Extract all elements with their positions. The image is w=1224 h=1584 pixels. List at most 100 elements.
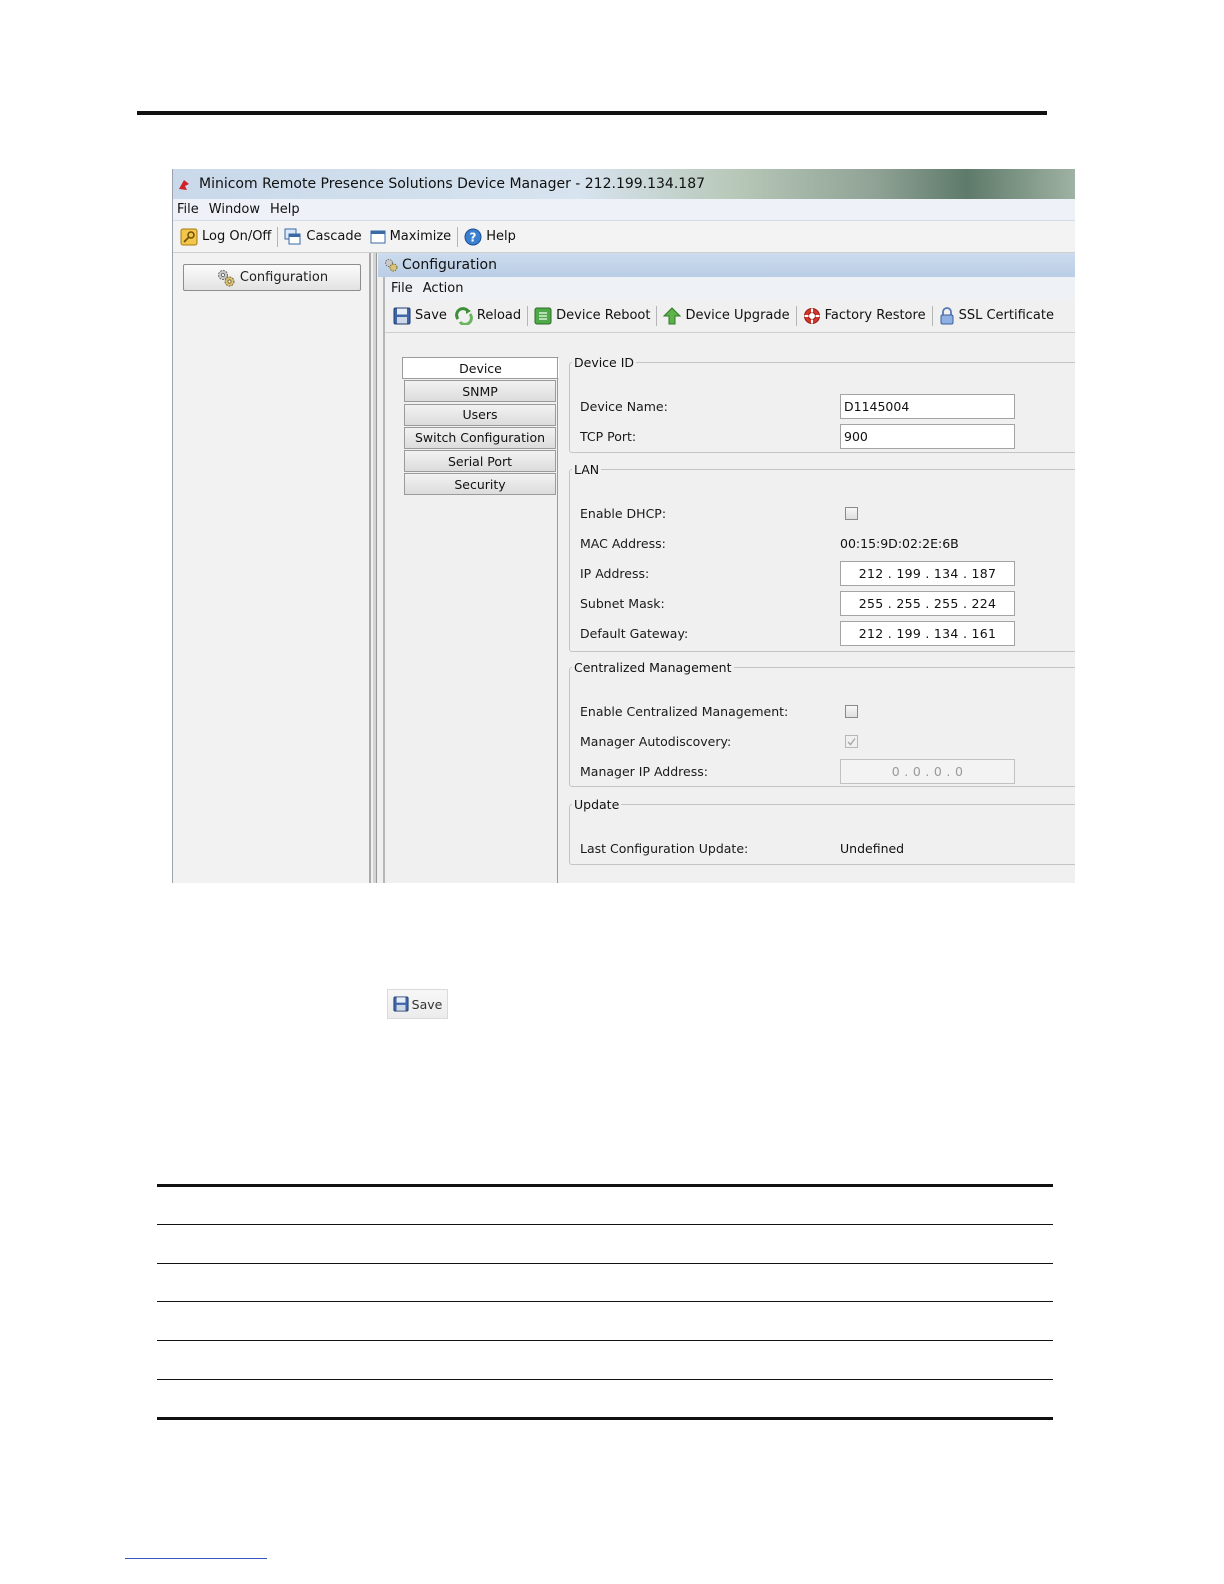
update-legend: Update — [574, 797, 620, 812]
device-reboot-label: Device Reboot — [556, 308, 651, 323]
reload-button[interactable]: Reload — [451, 304, 525, 328]
lan-group: LAN Enable DHCP: MAC Address: 00:15:9D:0… — [569, 462, 1075, 652]
device-manager-window: Minicom Remote Presence Solutions Device… — [172, 169, 1075, 883]
dhcp-row: Enable DHCP: — [580, 501, 858, 525]
tcp-port-label: TCP Port: — [580, 428, 637, 444]
configuration-panel: Configuration File Action Save Reload De… — [378, 253, 1075, 883]
tab-snmp[interactable]: SNMP — [404, 380, 556, 403]
table-row-rule — [157, 1379, 1053, 1380]
floppy-icon — [393, 307, 411, 324]
table-row-rule — [157, 1301, 1053, 1302]
tab-switch-configuration[interactable]: Switch Configuration — [404, 426, 556, 449]
toolbar-separator — [931, 305, 933, 326]
help-icon: ? — [464, 228, 482, 245]
cascade-icon — [284, 228, 301, 244]
toolbar-separator — [527, 305, 529, 326]
config-menu-file[interactable]: File — [387, 281, 419, 296]
device-upgrade-label: Device Upgrade — [685, 308, 790, 323]
menu-help[interactable]: Help — [266, 202, 306, 217]
default-gateway-input[interactable]: 212 . 199 . 134 . 161 — [840, 620, 1015, 646]
gateway-label: Default Gateway: — [580, 625, 689, 641]
tcp-port-input[interactable]: 900 — [840, 423, 1015, 449]
device-upgrade-button[interactable]: Device Upgrade — [659, 304, 793, 328]
maximize-icon — [370, 230, 386, 243]
main-area: Configuration Configuration File Action … — [173, 253, 1075, 883]
ip-row: IP Address: 212 . 199 . 134 . 187 — [580, 560, 1015, 586]
subnet-mask-input[interactable]: 255 . 255 . 255 . 224 — [840, 590, 1015, 616]
device-id-group: Device ID Device Name: D1145004 TCP Port… — [569, 355, 1075, 453]
dhcp-checkbox[interactable] — [845, 506, 858, 520]
save-label: Save — [415, 308, 447, 323]
cascade-label: Cascade — [306, 229, 362, 244]
dhcp-label: Enable DHCP: — [580, 505, 667, 521]
factory-restore-button[interactable]: Factory Restore — [799, 304, 930, 328]
tab-security[interactable]: Security — [404, 473, 556, 496]
autodiscovery-row: Manager Autodiscovery: — [580, 729, 858, 753]
help-button[interactable]: ? Help — [460, 225, 520, 249]
gears-icon — [385, 259, 398, 272]
table-row-rule — [157, 1224, 1053, 1225]
device-reboot-button[interactable]: Device Reboot — [530, 304, 654, 328]
checkmark-icon — [847, 737, 856, 746]
ssl-certificate-label: SSL Certificate — [958, 308, 1054, 323]
factory-restore-label: Factory Restore — [824, 308, 926, 323]
main-toolbar: Log On/Off Cascade Maximize ? Help — [173, 221, 1075, 253]
save-button[interactable]: Save — [389, 304, 451, 328]
device-name-label: Device Name: — [580, 398, 668, 414]
centralized-management-legend: Centralized Management — [574, 660, 732, 675]
navigation-panel: Configuration — [173, 253, 371, 883]
config-menu-action[interactable]: Action — [419, 281, 470, 296]
configuration-body: File Action Save Reload Device Reboot De… — [383, 277, 1075, 883]
cascade-button[interactable]: Cascade — [280, 225, 365, 249]
menu-file[interactable]: File — [173, 202, 205, 217]
centralized-management-group: Centralized Management Enable Centralize… — [569, 660, 1075, 787]
device-name-row: Device Name: D1145004 — [580, 393, 1015, 419]
top-rule — [137, 111, 1047, 115]
mac-value: 00:15:9D:02:2E:6B — [840, 535, 959, 551]
floppy-icon — [393, 996, 409, 1012]
toolbar-separator — [656, 305, 658, 326]
last-update-row: Last Configuration Update: Undefined — [580, 836, 904, 860]
mac-row: MAC Address: 00:15:9D:02:2E:6B — [580, 531, 959, 555]
tab-serial-port[interactable]: Serial Port — [404, 450, 556, 473]
subnet-label: Subnet Mask: — [580, 595, 665, 611]
tcp-port-row: TCP Port: 900 — [580, 423, 1015, 449]
config-tab-list: Device SNMP Users Switch Configuration S… — [402, 357, 559, 497]
autodiscovery-label: Manager Autodiscovery: — [580, 733, 732, 749]
logon-button[interactable]: Log On/Off — [176, 225, 275, 249]
app-icon — [177, 177, 191, 191]
config-toolbar: Save Reload Device Reboot Device Upgrade… — [385, 299, 1075, 333]
gears-icon — [217, 269, 235, 286]
tab-users[interactable]: Users — [404, 403, 556, 426]
help-label: Help — [486, 229, 516, 244]
menu-window[interactable]: Window — [205, 202, 266, 217]
ssl-certificate-button[interactable]: SSL Certificate — [935, 304, 1058, 328]
configuration-nav-label: Configuration — [239, 270, 329, 285]
reload-icon — [455, 306, 473, 325]
lan-legend: LAN — [574, 462, 600, 477]
configuration-nav-button[interactable]: Configuration — [183, 264, 361, 291]
toolbar-separator — [457, 226, 459, 247]
autodiscovery-checkbox[interactable] — [845, 734, 858, 748]
enable-central-label: Enable Centralized Management: — [580, 703, 789, 719]
footer-link-underline — [125, 1558, 267, 1559]
manager-ip-input[interactable]: 0 . 0 . 0 . 0 — [840, 758, 1015, 784]
device-name-input[interactable]: D1145004 — [840, 393, 1015, 419]
last-update-label: Last Configuration Update: — [580, 840, 749, 856]
config-menubar: File Action — [385, 277, 1075, 299]
save-button-sample: Save — [387, 989, 448, 1019]
maximize-button[interactable]: Maximize — [366, 225, 456, 249]
svg-text:?: ? — [470, 230, 477, 244]
table-row-rule — [157, 1340, 1053, 1341]
lock-icon — [940, 306, 954, 324]
panel-splitter[interactable] — [373, 253, 377, 883]
tab-device[interactable]: Device — [402, 357, 559, 379]
enable-central-checkbox[interactable] — [845, 704, 858, 718]
arrow-up-icon — [663, 306, 682, 324]
ip-label: IP Address: — [580, 565, 650, 581]
main-menubar: File Window Help — [173, 199, 1075, 221]
logon-label: Log On/Off — [202, 229, 272, 244]
device-id-legend: Device ID — [574, 355, 635, 370]
manager-ip-label: Manager IP Address: — [580, 763, 708, 779]
ip-address-input[interactable]: 212 . 199 . 134 . 187 — [840, 560, 1015, 586]
